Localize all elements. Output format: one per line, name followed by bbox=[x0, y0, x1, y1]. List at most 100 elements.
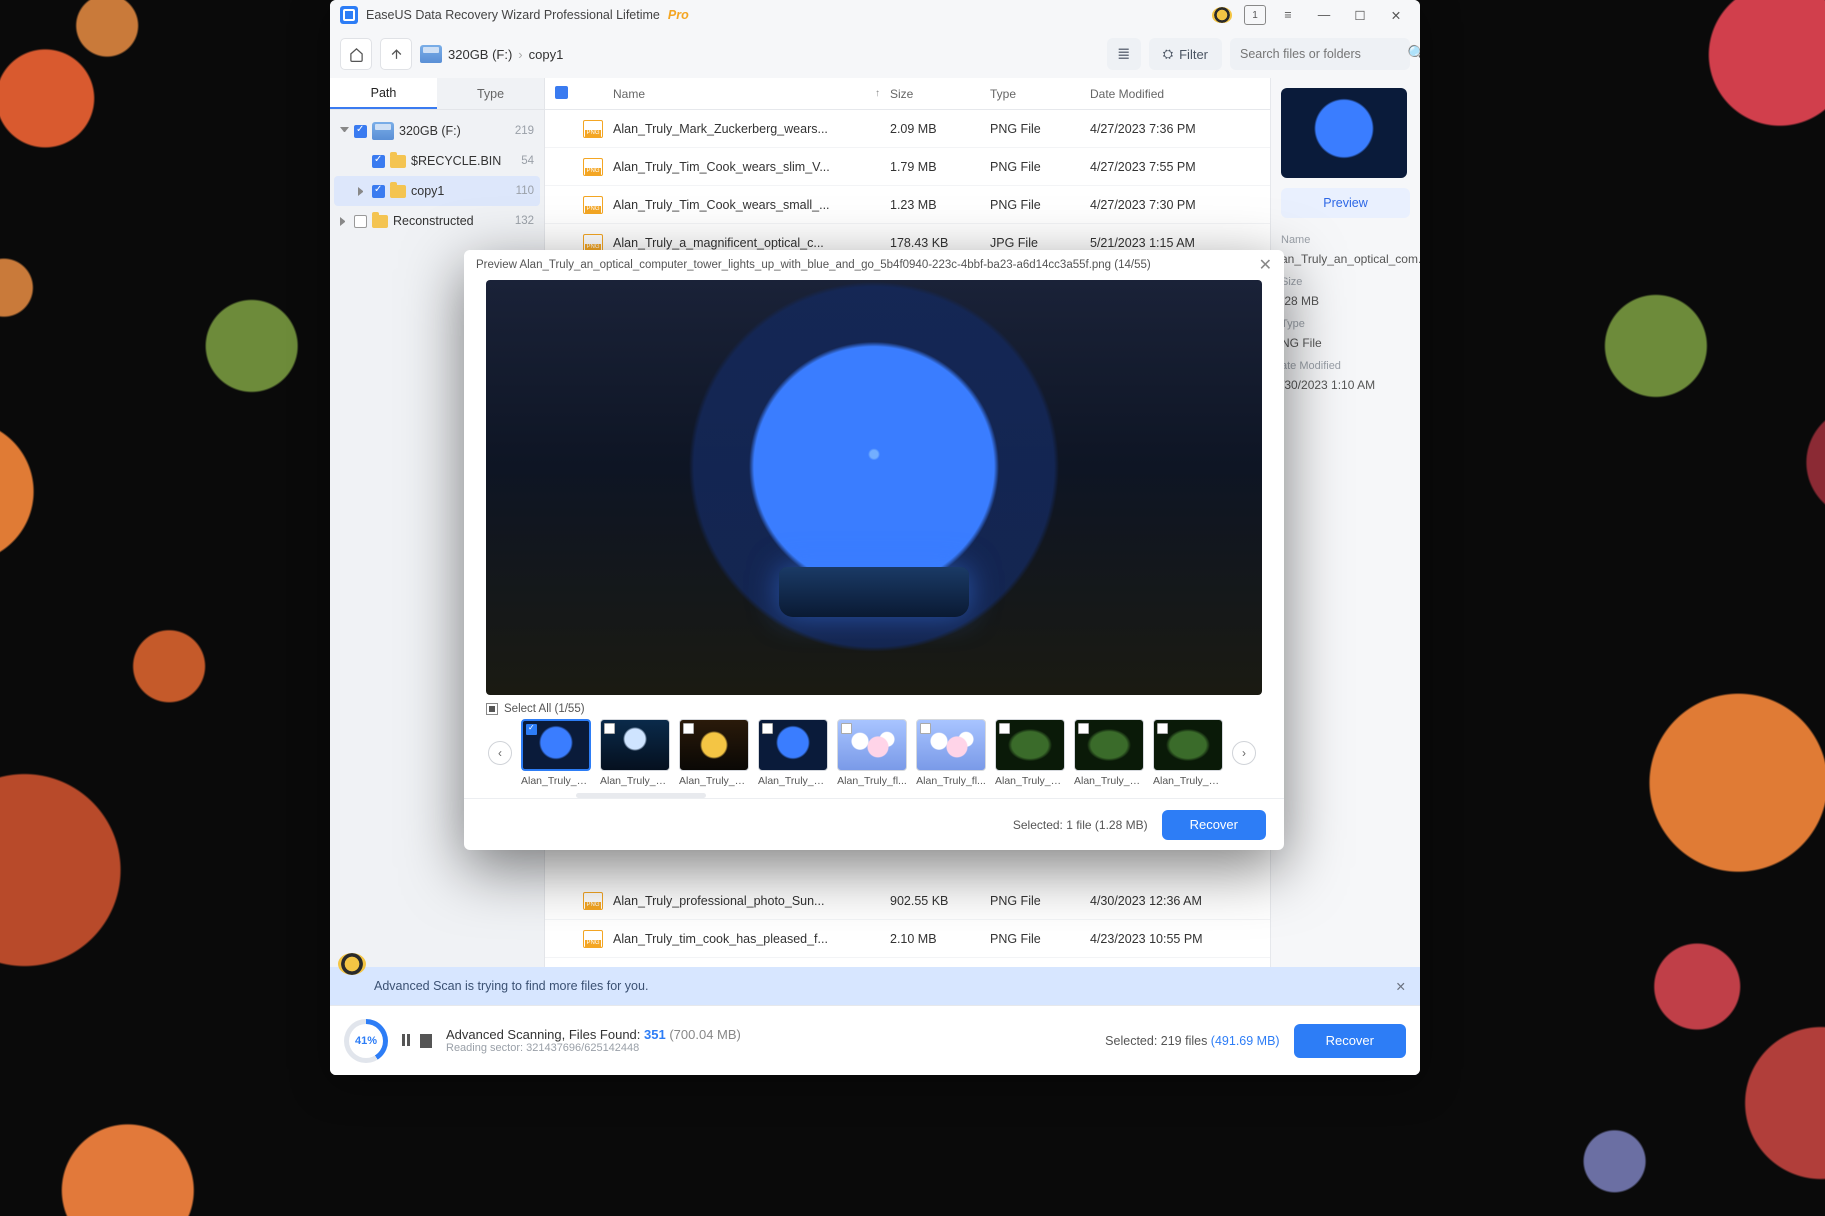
thumbnail[interactable] bbox=[758, 719, 828, 771]
thumb-label: Alan_Truly_m... bbox=[1153, 775, 1223, 787]
thumbnail[interactable] bbox=[521, 719, 591, 771]
mascot-icon bbox=[338, 953, 366, 975]
preview-modal: Preview Alan_Truly_an_optical_computer_t… bbox=[464, 250, 1284, 850]
thumbnail[interactable] bbox=[1153, 719, 1223, 771]
tree-checkbox[interactable] bbox=[354, 125, 367, 138]
thumbnail[interactable] bbox=[837, 719, 907, 771]
scan-status: Advanced Scanning, Files Found: 351 (700… bbox=[446, 1027, 741, 1042]
app-title: EaseUS Data Recovery Wizard Professional… bbox=[366, 8, 660, 22]
strip-next-button[interactable]: › bbox=[1232, 741, 1256, 765]
file-row[interactable]: PNG Alan_Truly_tim_cook_has_pleased_f...… bbox=[545, 920, 1270, 958]
thumb-checkbox[interactable] bbox=[999, 723, 1010, 734]
thumb-label: Alan_Truly_a... bbox=[758, 775, 828, 787]
detail-thumbnail bbox=[1281, 88, 1407, 178]
file-icon: PNG bbox=[583, 120, 603, 138]
toolbar: 320GB (F:) › copy1 ≣ ⛭ Filter 🔍 bbox=[330, 30, 1420, 78]
close-button[interactable]: ✕ bbox=[1382, 3, 1410, 27]
filter-button[interactable]: ⛭ Filter bbox=[1149, 38, 1222, 70]
titlebar: EaseUS Data Recovery Wizard Professional… bbox=[330, 0, 1420, 30]
detail-type: NG File bbox=[1281, 336, 1410, 350]
tab-type[interactable]: Type bbox=[437, 78, 544, 109]
tree-checkbox[interactable] bbox=[372, 185, 385, 198]
search-box[interactable]: 🔍 bbox=[1230, 38, 1410, 70]
select-all-row[interactable]: Select All (1/55) bbox=[486, 695, 1262, 719]
tree-checkbox[interactable] bbox=[372, 155, 385, 168]
sort-arrow-icon: ↑ bbox=[875, 88, 880, 99]
recover-button[interactable]: Recover bbox=[1294, 1024, 1406, 1058]
thumb-checkbox[interactable] bbox=[1078, 723, 1089, 734]
up-button[interactable] bbox=[380, 38, 412, 70]
menu-icon[interactable]: ≡ bbox=[1274, 3, 1302, 27]
details-pane: Preview Name an_Truly_an_optical_com... … bbox=[1270, 78, 1420, 967]
search-icon[interactable]: 🔍 bbox=[1407, 44, 1420, 64]
col-date[interactable]: Date Modified bbox=[1090, 87, 1260, 101]
modal-title: Preview Alan_Truly_an_optical_computer_t… bbox=[476, 259, 1151, 271]
file-icon: PNG bbox=[583, 930, 603, 948]
thumbnail[interactable] bbox=[679, 719, 749, 771]
tree-node[interactable]: Reconstructed132 bbox=[334, 206, 540, 236]
progress-ring: 41% bbox=[344, 1019, 388, 1063]
col-name[interactable]: Name bbox=[613, 87, 645, 101]
maximize-button[interactable]: ☐ bbox=[1346, 3, 1374, 27]
thumb-checkbox[interactable] bbox=[1157, 723, 1168, 734]
stop-button[interactable] bbox=[420, 1034, 432, 1048]
thumb-label: Alan_Truly_a... bbox=[521, 775, 591, 787]
select-all-checkbox[interactable] bbox=[486, 703, 498, 715]
modal-selection-text: Selected: 1 file (1.28 MB) bbox=[1013, 818, 1148, 832]
tree-node[interactable]: 320GB (F:)219 bbox=[334, 116, 540, 146]
expand-icon[interactable] bbox=[358, 187, 367, 196]
file-row[interactable]: PNG Alan_Truly_Tim_Cook_wears_small_... … bbox=[545, 186, 1270, 224]
tree-node[interactable]: $RECYCLE.BIN54 bbox=[334, 146, 540, 176]
tree-node[interactable]: copy1110 bbox=[334, 176, 540, 206]
file-row[interactable]: PNG Alan_Truly_Tim_Cook_wears_slim_V... … bbox=[545, 148, 1270, 186]
search-input[interactable] bbox=[1240, 47, 1401, 61]
file-row[interactable]: PNG Alan_Truly_Mark_Zuckerberg_wears... … bbox=[545, 110, 1270, 148]
col-size[interactable]: Size bbox=[890, 87, 980, 101]
preview-image bbox=[486, 280, 1262, 695]
list-view-button[interactable]: ≣ bbox=[1107, 38, 1141, 70]
drive-icon bbox=[420, 45, 442, 63]
modal-close-button[interactable]: ✕ bbox=[1259, 255, 1272, 275]
thumb-checkbox[interactable] bbox=[683, 723, 694, 734]
detail-name: an_Truly_an_optical_com... bbox=[1281, 252, 1410, 266]
expand-icon[interactable] bbox=[340, 217, 349, 226]
tree-checkbox[interactable] bbox=[354, 215, 367, 228]
thumb-checkbox[interactable] bbox=[762, 723, 773, 734]
thumbnail-strip: ‹ Alan_Truly_a... Alan_Truly_a... Alan_T… bbox=[486, 719, 1262, 787]
home-button[interactable] bbox=[340, 38, 372, 70]
footer: 41% Advanced Scanning, Files Found: 351 … bbox=[330, 1005, 1420, 1075]
thumb-checkbox[interactable] bbox=[841, 723, 852, 734]
file-row[interactable]: PNG DALL-E outpainting generated a p... … bbox=[545, 958, 1270, 967]
thumbnail[interactable] bbox=[916, 719, 986, 771]
pause-button[interactable] bbox=[402, 1034, 414, 1048]
expand-icon[interactable] bbox=[340, 127, 349, 136]
mascot-icon bbox=[1208, 3, 1236, 27]
thumbnail[interactable] bbox=[995, 719, 1065, 771]
tab-count-badge[interactable]: 1 bbox=[1244, 5, 1266, 25]
modal-recover-button[interactable]: Recover bbox=[1162, 810, 1266, 840]
breadcrumb-folder[interactable]: copy1 bbox=[529, 47, 564, 62]
thumbnail[interactable] bbox=[1074, 719, 1144, 771]
thumb-checkbox[interactable] bbox=[920, 723, 931, 734]
tab-path[interactable]: Path bbox=[330, 78, 437, 109]
banner-close-button[interactable]: ✕ bbox=[1396, 979, 1406, 994]
breadcrumb[interactable]: 320GB (F:) › copy1 bbox=[420, 45, 563, 63]
strip-prev-button[interactable]: ‹ bbox=[488, 741, 512, 765]
col-type[interactable]: Type bbox=[990, 87, 1080, 101]
breadcrumb-drive[interactable]: 320GB (F:) bbox=[448, 47, 512, 62]
thumbnail[interactable] bbox=[600, 719, 670, 771]
thumb-checkbox[interactable] bbox=[604, 723, 615, 734]
preview-button[interactable]: Preview bbox=[1281, 188, 1410, 218]
folder-tree: 320GB (F:)219$RECYCLE.BIN54copy1110Recon… bbox=[330, 110, 544, 242]
thumb-label: Alan_Truly_fl... bbox=[916, 775, 986, 787]
filter-icon: ⛭ bbox=[1163, 46, 1173, 62]
file-row[interactable]: PNG Alan_Truly_professional_photo_Sun...… bbox=[545, 882, 1270, 920]
thumb-checkbox[interactable] bbox=[526, 724, 537, 735]
column-headers: Name ↑ Size Type Date Modified bbox=[545, 78, 1270, 110]
chevron-right-icon: › bbox=[518, 47, 522, 62]
folder-icon bbox=[372, 215, 388, 228]
header-checkbox[interactable] bbox=[555, 86, 568, 99]
minimize-button[interactable]: — bbox=[1310, 3, 1338, 27]
thumb-label: Alan_Truly_a... bbox=[679, 775, 749, 787]
file-icon: PNG bbox=[583, 234, 603, 252]
